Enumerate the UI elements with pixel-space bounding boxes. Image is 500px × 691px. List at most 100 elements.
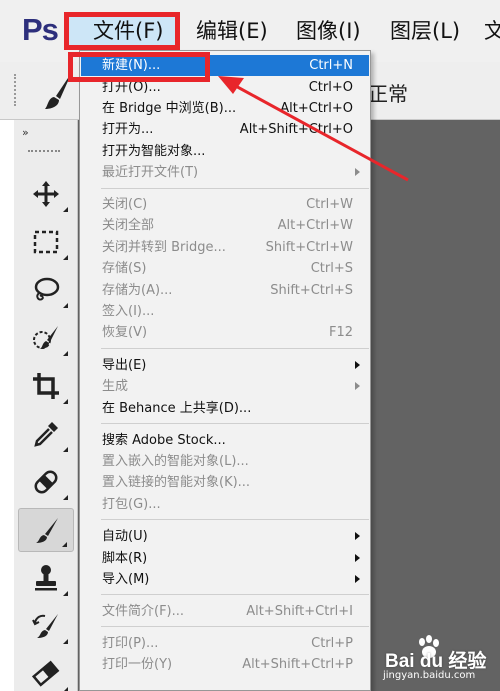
- menu-item-label: 存储为(A)...: [102, 283, 173, 298]
- file-menu-item[interactable]: 打开为智能对象...: [81, 141, 369, 162]
- clone-stamp-tool[interactable]: [18, 556, 74, 600]
- eyedropper-icon: [34, 422, 58, 447]
- file-menu-item[interactable]: 关闭全部 Alt+Ctrl+W: [81, 215, 369, 236]
- file-menu-item[interactable]: 生成: [81, 376, 369, 397]
- file-menu-item[interactable]: 脚本(R): [81, 548, 369, 569]
- file-menu-item[interactable]: 置入链接的智能对象(K)...: [81, 472, 369, 493]
- menu-item-label: 签入(I)...: [102, 304, 155, 319]
- menu-item-label: 打印一份(Y): [102, 657, 173, 672]
- move-tool[interactable]: [18, 172, 74, 216]
- menu-separator: [101, 519, 369, 520]
- menu-item-shortcut: Shift+Ctrl+W: [265, 240, 353, 255]
- eyedropper-tool[interactable]: [18, 412, 74, 456]
- crop-tool[interactable]: [18, 364, 74, 408]
- file-menu-item[interactable]: 搜索 Adobe Stock...: [81, 430, 369, 451]
- menu-file[interactable]: 文件(F): [64, 12, 180, 50]
- file-menu-item[interactable]: 最近打开文件(T): [81, 162, 369, 183]
- file-menu-item[interactable]: 在 Behance 上共享(D)...: [81, 398, 369, 419]
- menu-separator: [101, 594, 369, 595]
- file-menu-item[interactable]: 自动(U): [81, 526, 369, 547]
- file-dropdown-menu: 新建(N)... Ctrl+N 打开(O)... Ctrl+O 在 Bridge 中浏览…: [79, 50, 371, 691]
- toolbox-grip[interactable]: [28, 150, 60, 155]
- menu-item-label: 生成: [102, 379, 129, 394]
- menu-edit[interactable]: 编辑(E): [196, 12, 268, 50]
- file-menu-item[interactable]: 文件简介(F)... Alt+Shift+Ctrl+I: [81, 601, 369, 622]
- history-brush-icon: [32, 614, 58, 638]
- menu-item-label: 自动(U): [102, 529, 148, 544]
- menu-separator: [101, 188, 369, 189]
- submenu-arrow-icon: [355, 361, 360, 369]
- watermark-url: jingyan.baidu.com: [383, 670, 476, 681]
- file-menu-item[interactable]: 恢复(V) F12: [81, 322, 369, 343]
- menu-item-shortcut: Ctrl+O: [308, 80, 353, 95]
- file-menu-item[interactable]: 打印(P)... Ctrl+P: [81, 633, 369, 654]
- baidu-jingyan-watermark: Bai du 经验 jingyan.baidu.com: [383, 634, 495, 686]
- menu-item-shortcut: Ctrl+W: [306, 197, 353, 212]
- menu-separator: [101, 348, 369, 349]
- crop-icon: [33, 373, 59, 399]
- menu-item-shortcut: Ctrl+N: [309, 58, 353, 73]
- toolbox-collapse-button[interactable]: »: [22, 126, 29, 139]
- submenu-arrow-icon: [355, 532, 360, 540]
- new-item-highlight-box: [68, 52, 210, 82]
- watermark-text: Bai du 经验: [385, 651, 487, 672]
- menu-item-label: 置入链接的智能对象(K)...: [102, 475, 251, 490]
- submenu-arrow-icon: [355, 168, 360, 176]
- menu-item-label: 最近打开文件(T): [102, 165, 199, 180]
- file-menu-item[interactable]: 存储(S) Ctrl+S: [81, 258, 369, 279]
- options-grip[interactable]: [14, 74, 21, 106]
- quick-selection-icon: [33, 326, 58, 349]
- menu-item-label: 导出(E): [102, 358, 147, 373]
- file-menu-item[interactable]: 关闭(C) Ctrl+W: [81, 194, 369, 215]
- menu-separator: [101, 626, 369, 627]
- menu-item-label: 关闭全部: [102, 218, 155, 233]
- menu-item-shortcut: F12: [328, 325, 353, 340]
- menu-item-label: 在 Bridge 中浏览(B)...: [102, 101, 237, 116]
- menu-image[interactable]: 图像(I): [296, 12, 361, 50]
- stamp-icon: [35, 565, 57, 591]
- file-menu-item[interactable]: 打印一份(Y) Alt+Shift+Ctrl+P: [81, 654, 369, 675]
- submenu-arrow-icon: [355, 554, 360, 562]
- quick-selection-tool[interactable]: [18, 316, 74, 360]
- file-menu-item[interactable]: 签入(I)...: [81, 301, 369, 322]
- menu-layer[interactable]: 图层(L): [390, 12, 460, 50]
- menu-type[interactable]: 文: [484, 12, 500, 50]
- menu-item-label: 置入嵌入的智能对象(L)...: [102, 454, 249, 469]
- menu-item-shortcut: Alt+Shift+Ctrl+P: [242, 657, 353, 672]
- eraser-tool[interactable]: [18, 652, 74, 691]
- eraser-icon: [31, 660, 60, 687]
- menu-item-label: 打包(G)...: [102, 497, 161, 512]
- menu-item-label: 存储(S): [102, 261, 147, 276]
- menu-item-label: 在 Behance 上共享(D)...: [102, 401, 252, 416]
- file-menu-item[interactable]: 打包(G)...: [81, 494, 369, 515]
- menu-item-shortcut: Alt+Ctrl+W: [277, 218, 353, 233]
- menu-item-label: 关闭并转到 Bridge...: [102, 240, 226, 255]
- brush-tool[interactable]: [18, 508, 74, 552]
- file-menu-item[interactable]: 置入嵌入的智能对象(L)...: [81, 451, 369, 472]
- menu-item-label: 打开为智能对象...: [102, 144, 206, 159]
- menu-item-shortcut: Alt+Ctrl+O: [280, 101, 353, 116]
- history-brush-tool[interactable]: [18, 604, 74, 648]
- menu-separator: [101, 423, 369, 424]
- submenu-arrow-icon: [355, 575, 360, 583]
- menu-item-label: 搜索 Adobe Stock...: [102, 433, 226, 448]
- menu-item-label: 恢复(V): [102, 325, 148, 340]
- blend-mode-value[interactable]: 正常: [368, 78, 408, 107]
- submenu-arrow-icon: [355, 382, 360, 390]
- marquee-tool[interactable]: [18, 220, 74, 264]
- healing-brush-tool[interactable]: [18, 460, 74, 504]
- menu-item-shortcut: Shift+Ctrl+S: [270, 283, 353, 298]
- menu-item-label: 打印(P)...: [102, 636, 159, 651]
- brush-icon: [36, 518, 58, 543]
- photoshop-logo: Ps: [22, 12, 59, 47]
- file-menu-item[interactable]: 打开为... Alt+Shift+Ctrl+O: [81, 119, 369, 140]
- file-menu-item[interactable]: 导出(E): [81, 355, 369, 376]
- file-menu-item[interactable]: 存储为(A)... Shift+Ctrl+S: [81, 280, 369, 301]
- file-menu-item[interactable]: 在 Bridge 中浏览(B)... Alt+Ctrl+O: [81, 98, 369, 119]
- file-menu-item[interactable]: 关闭并转到 Bridge... Shift+Ctrl+W: [81, 237, 369, 258]
- lasso-tool[interactable]: [18, 268, 74, 312]
- file-menu-item[interactable]: 导入(M): [81, 569, 369, 590]
- marquee-icon: [33, 230, 59, 254]
- move-icon: [33, 181, 59, 207]
- menu-item-label: 脚本(R): [102, 551, 148, 566]
